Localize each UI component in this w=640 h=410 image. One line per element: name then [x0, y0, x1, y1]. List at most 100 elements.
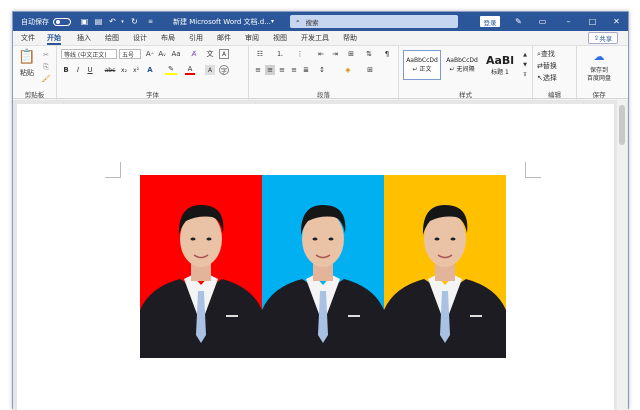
text-effects-button[interactable]: A	[145, 65, 155, 75]
shrink-font-icon[interactable]: Av	[157, 49, 167, 59]
format-painter-icon[interactable]: 🖌	[41, 74, 51, 84]
undo-dropdown-icon[interactable]: ▾	[117, 12, 128, 31]
subscript-button[interactable]: x₂	[119, 65, 129, 75]
title-bar: 自动保存 ▣ ▤ ↶ ▾ ↻ ≡ 新建 Microsoft Word 文档.d.…	[13, 12, 628, 31]
enclose-char-icon[interactable]: 字	[219, 65, 229, 75]
style-normal[interactable]: AaBbCcDd ↵ 正文	[403, 50, 441, 80]
clipboard-group-label: 剪贴板	[24, 91, 45, 99]
title-dropdown-icon[interactable]: ▾	[267, 12, 278, 31]
minimize-icon[interactable]: –	[563, 12, 574, 31]
align-center-icon[interactable]: ≡	[265, 65, 275, 75]
pen-icon[interactable]: ✎	[513, 12, 524, 31]
autosave-label: 自动保存	[21, 17, 49, 26]
crop-mark-top-right	[525, 162, 541, 178]
font-size-select[interactable]: 五号	[119, 49, 141, 59]
distribute-icon[interactable]: ≣	[301, 65, 311, 75]
grow-font-icon[interactable]: A ^	[145, 49, 155, 59]
bullets-icon[interactable]: ☷	[253, 49, 267, 59]
paste-icon[interactable]: 📋	[18, 48, 35, 66]
line-spacing-icon[interactable]: ↕	[315, 65, 329, 75]
font-name-select[interactable]: 等线 (中文正文)	[61, 49, 117, 59]
align-right-icon[interactable]: ≡	[277, 65, 287, 75]
styles-group: AaBbCcDd ↵ 正文 AaBbCcDd ↵ 无间隔 AaBl 标题 1 ▲…	[399, 46, 533, 100]
numbering-icon[interactable]: ⒈	[273, 49, 287, 59]
customize-quick-access-icon[interactable]: ≡	[145, 12, 156, 31]
replace-button[interactable]: ⇄ 替换	[537, 61, 575, 71]
phonetic-guide-icon[interactable]: 文	[205, 49, 215, 59]
styles-scroll-up-icon[interactable]: ▲	[521, 50, 529, 60]
portrait-figure	[140, 205, 262, 358]
multilevel-list-icon[interactable]: ⋮	[293, 49, 307, 59]
ribbon: 📋 粘贴 ✂ ⎘ 🖌 剪贴板 等线 (中文正文) 五号 A ^ Av Aa A̸ …	[13, 45, 628, 100]
clipboard-group: 📋 粘贴 ✂ ⎘ 🖌 剪贴板	[13, 46, 57, 100]
styles-scroll-down-icon[interactable]: ▼	[521, 60, 529, 70]
tab-insert[interactable]: 插入	[77, 33, 91, 45]
copy-icon[interactable]: ⎘	[41, 62, 51, 72]
align-left-icon[interactable]: ≡	[253, 65, 263, 75]
tab-developer[interactable]: 开发工具	[301, 33, 329, 45]
share-button[interactable]: ⇪ 共享	[588, 32, 618, 44]
highlight-icon[interactable]: ✎	[165, 65, 177, 75]
superscript-button[interactable]: x²	[131, 65, 141, 75]
ribbon-tabs: 文件 开始 插入 绘图 设计 布局 引用 邮件 审阅 视图 开发工具 帮助 ⇪ 共…	[13, 31, 628, 45]
change-case-icon[interactable]: Aa	[171, 49, 181, 59]
tab-layout[interactable]: 布局	[161, 33, 175, 45]
layout-icon[interactable]: ▤	[93, 12, 104, 31]
portrait-panel	[384, 175, 506, 358]
paste-button[interactable]: 粘贴	[17, 68, 37, 78]
id-photo-image[interactable]	[140, 175, 506, 358]
close-icon[interactable]: ✕	[611, 12, 622, 31]
styles-more-icon[interactable]: ⊽	[521, 70, 529, 80]
scrollbar-thumb[interactable]	[619, 105, 625, 145]
clear-formatting-icon[interactable]: A̸	[189, 49, 199, 59]
save-to-label-2[interactable]: 百度网盘	[577, 72, 621, 82]
borders-icon[interactable]: ⊞	[363, 65, 377, 75]
increase-indent-icon[interactable]: ⇥	[329, 49, 341, 59]
style-heading1[interactable]: AaBl 标题 1	[483, 50, 517, 80]
tab-view[interactable]: 视图	[273, 33, 287, 45]
underline-button[interactable]: U	[85, 65, 95, 75]
share-label: 共享	[599, 35, 613, 43]
font-group: 等线 (中文正文) 五号 A ^ Av Aa A̸ 文 A B I U abc x…	[57, 46, 249, 100]
autosave-toggle[interactable]	[49, 12, 71, 31]
editing-group: ⌕ 查找 ⇄ 替换 ↖ 选择 编辑	[533, 46, 577, 100]
style-no-spacing[interactable]: AaBbCcDd ↵ 无间隔	[443, 50, 481, 80]
chinese-layout-icon[interactable]: ⊞	[345, 49, 357, 59]
style-normal-preview: AaBbCcDd	[406, 57, 438, 64]
bold-button[interactable]: B	[61, 65, 71, 75]
find-button[interactable]: ⌕ 查找	[537, 49, 575, 59]
ribbon-display-icon[interactable]: ▭	[537, 12, 548, 31]
tab-file[interactable]: 文件	[21, 33, 35, 45]
select-label: 选择	[542, 74, 557, 82]
redo-icon[interactable]: ↻	[129, 12, 140, 31]
sort-icon[interactable]: ⇅	[363, 49, 375, 59]
paragraph-group-label: 段落	[317, 91, 330, 99]
save-group-label: 保存	[592, 91, 606, 99]
tab-mailings[interactable]: 邮件	[217, 33, 231, 45]
tab-references[interactable]: 引用	[189, 33, 203, 45]
strikethrough-button[interactable]: abc	[103, 65, 117, 75]
justify-icon[interactable]: ≡	[289, 65, 299, 75]
show-marks-icon[interactable]: ¶	[381, 49, 393, 59]
maximize-icon[interactable]: □	[587, 12, 598, 31]
char-border-icon[interactable]: A	[219, 49, 229, 59]
cut-icon[interactable]: ✂	[41, 50, 51, 60]
baidu-cloud-icon[interactable]: ☁	[589, 49, 609, 63]
char-shading-icon[interactable]: A	[205, 65, 215, 75]
save-icon[interactable]: ▣	[79, 12, 90, 31]
select-button[interactable]: ↖ 选择	[537, 73, 575, 83]
tab-draw[interactable]: 绘图	[105, 33, 119, 45]
tab-help[interactable]: 帮助	[343, 33, 357, 45]
login-button[interactable]: 登录	[480, 16, 500, 27]
document-page[interactable]	[17, 104, 614, 410]
tab-review[interactable]: 审阅	[245, 33, 259, 45]
document-title: 新建 Microsoft Word 文档.d...	[173, 17, 271, 26]
vertical-scrollbar[interactable]	[617, 100, 627, 410]
search-box[interactable]: ⌕ 搜索	[290, 15, 458, 28]
italic-button[interactable]: I	[73, 65, 83, 75]
tab-home[interactable]: 开始	[47, 33, 61, 45]
tab-design[interactable]: 设计	[133, 33, 147, 45]
font-color-icon[interactable]: A	[185, 65, 195, 75]
decrease-indent-icon[interactable]: ⇤	[315, 49, 327, 59]
shading-icon[interactable]: ◈	[341, 65, 355, 75]
